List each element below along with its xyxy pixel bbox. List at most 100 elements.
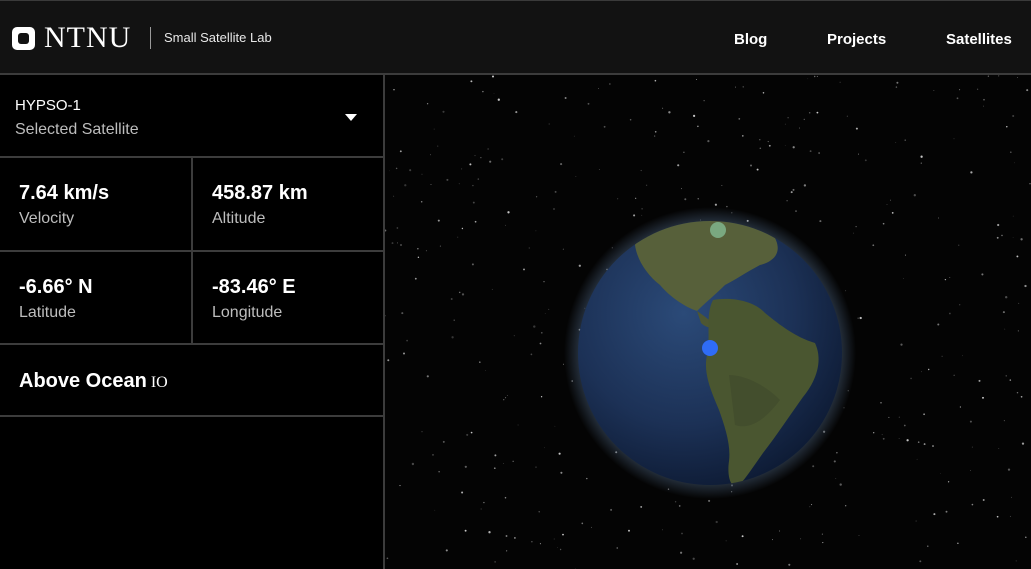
star (491, 288, 493, 290)
star (1012, 215, 1014, 217)
star (921, 371, 923, 373)
star (996, 236, 999, 239)
star (458, 183, 460, 185)
star (562, 533, 564, 536)
star (923, 443, 926, 446)
star (809, 150, 812, 153)
star (430, 154, 431, 156)
satellite-selector-dropdown[interactable]: HYPSO-1 Selected Satellite (0, 75, 383, 158)
star (906, 439, 909, 442)
longitude-label: Longitude (212, 304, 283, 321)
star (1002, 311, 1005, 314)
star (434, 509, 436, 511)
star (697, 125, 699, 128)
star (969, 420, 972, 423)
stat-divider (191, 252, 193, 345)
star (940, 473, 941, 474)
star (446, 178, 449, 181)
satellite-marker[interactable] (702, 340, 718, 356)
star (959, 89, 961, 91)
star (507, 211, 510, 214)
star (450, 298, 453, 300)
star (640, 505, 643, 508)
star (554, 425, 556, 427)
star (503, 399, 505, 401)
star (896, 81, 899, 84)
globe-viewer[interactable] (385, 75, 1031, 569)
star (839, 483, 842, 486)
star (386, 557, 389, 560)
star (1015, 560, 1017, 562)
star (933, 90, 935, 91)
star (923, 413, 925, 416)
globe-canvas[interactable] (385, 75, 1031, 569)
star (833, 460, 836, 463)
ntnu-logo-link[interactable]: NTNU (12, 21, 131, 55)
star (987, 75, 990, 77)
top-header: NTNU Small Satellite Lab Blog Projects S… (0, 0, 1031, 75)
star (881, 434, 883, 436)
star (425, 250, 427, 252)
star (927, 545, 929, 547)
star (393, 195, 395, 197)
star (401, 312, 404, 315)
star (474, 220, 477, 223)
star (721, 185, 723, 186)
ground-station-marker[interactable] (710, 222, 726, 238)
star (480, 157, 482, 159)
star (786, 200, 788, 202)
star (890, 199, 892, 201)
star (535, 466, 537, 468)
star (497, 98, 500, 101)
location-suffix: IO (150, 374, 168, 391)
latitude-label: Latitude (19, 304, 76, 321)
star (563, 363, 564, 365)
star (703, 100, 705, 102)
star (1009, 151, 1012, 154)
star (821, 533, 823, 535)
star (433, 128, 435, 130)
star (438, 471, 440, 473)
star (480, 508, 482, 510)
star (397, 242, 399, 244)
star (603, 125, 606, 128)
nav-projects[interactable]: Projects (827, 31, 886, 48)
star (978, 379, 981, 382)
longitude-stat: -83.46° E Longitude (193, 252, 383, 345)
location-status: Above Ocean IO (0, 345, 383, 417)
star (645, 184, 648, 186)
star (578, 264, 581, 267)
star (442, 440, 445, 443)
star (971, 446, 973, 448)
star (680, 551, 683, 554)
star (491, 75, 495, 78)
star (756, 168, 759, 171)
star (426, 375, 429, 378)
star (421, 431, 423, 433)
star (692, 557, 695, 560)
nav-blog[interactable]: Blog (734, 31, 767, 48)
star (895, 142, 897, 143)
star (504, 496, 507, 499)
selected-satellite-label: Selected Satellite (15, 121, 139, 138)
star (662, 107, 664, 109)
star (957, 542, 959, 544)
nav-satellites[interactable]: Satellites (946, 31, 1012, 48)
caret-down-icon[interactable] (345, 114, 357, 121)
star (533, 325, 536, 328)
star (554, 190, 557, 193)
star (581, 522, 584, 525)
star (558, 452, 561, 455)
star (493, 93, 495, 94)
star (1020, 238, 1023, 241)
altitude-value: 458.87 km (212, 182, 308, 204)
star (836, 452, 838, 454)
star (437, 219, 440, 222)
star (464, 465, 467, 468)
selected-satellite-name: HYPSO-1 (15, 97, 81, 114)
star (888, 416, 890, 418)
star (628, 529, 630, 532)
star (917, 441, 920, 443)
star (587, 102, 590, 105)
star (564, 97, 567, 99)
